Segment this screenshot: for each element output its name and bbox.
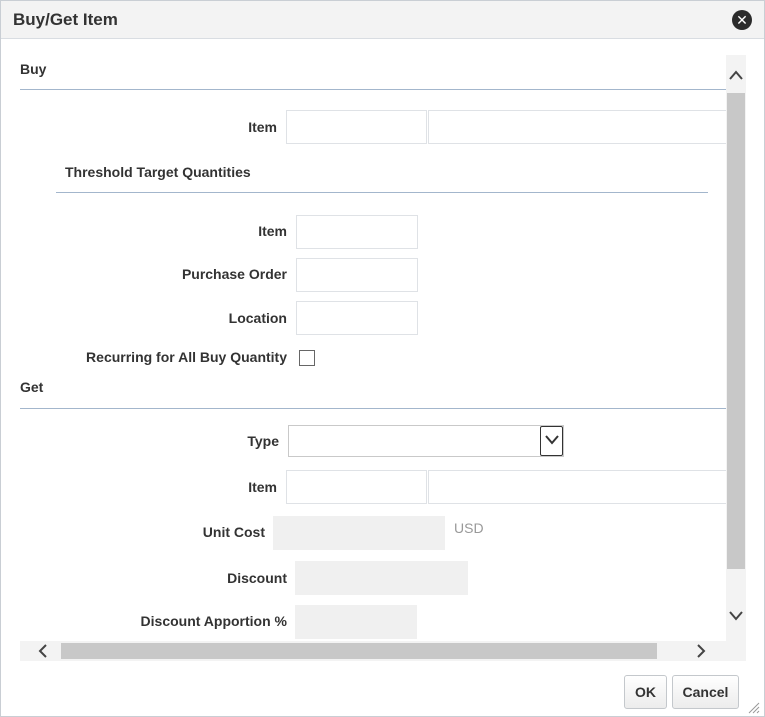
buy-item-label: Item: [248, 119, 277, 135]
close-icon[interactable]: ✕: [732, 10, 752, 30]
threshold-divider: [56, 192, 708, 193]
vertical-scroll-thumb[interactable]: [727, 93, 745, 569]
location-input[interactable]: [296, 301, 418, 335]
get-item-label: Item: [248, 479, 277, 495]
purchase-order-input[interactable]: [296, 258, 418, 292]
threshold-item-label: Item: [258, 223, 287, 239]
threshold-section-header: Threshold Target Quantities: [65, 164, 251, 180]
get-item-description-input[interactable]: [428, 470, 728, 504]
chevron-down-icon[interactable]: [726, 609, 746, 629]
buy-item-code-input[interactable]: [286, 110, 427, 144]
buy-section-header: Buy: [20, 61, 47, 77]
dialog-titlebar: Buy/Get Item ✕: [1, 1, 764, 39]
unit-cost-label: Unit Cost: [202, 524, 265, 540]
vertical-scrollbar[interactable]: [726, 55, 746, 641]
buy-item-description-input[interactable]: [428, 110, 728, 144]
discount-field: [295, 561, 468, 595]
buy-divider: [20, 89, 726, 90]
get-section-header: Get: [20, 379, 44, 395]
chevron-down-icon[interactable]: [540, 426, 563, 456]
cancel-button[interactable]: Cancel: [672, 675, 739, 709]
ok-button[interactable]: OK: [624, 675, 667, 709]
dialog-title: Buy/Get Item: [13, 10, 118, 29]
currency-label: USD: [454, 520, 484, 536]
horizontal-scroll-thumb[interactable]: [61, 643, 657, 659]
unit-cost-field: [273, 516, 445, 550]
chevron-left-icon[interactable]: [37, 641, 57, 661]
get-item-code-input[interactable]: [286, 470, 427, 504]
location-label: Location: [228, 310, 287, 326]
chevron-up-icon[interactable]: [726, 68, 746, 88]
recurring-label: Recurring for All Buy Quantity: [86, 349, 287, 365]
get-divider: [20, 408, 726, 409]
get-type-select[interactable]: [288, 425, 564, 457]
discount-apportion-label: Discount Apportion %: [140, 613, 287, 629]
horizontal-scrollbar[interactable]: [20, 641, 746, 661]
discount-apportion-field: [295, 605, 417, 639]
purchase-order-label: Purchase Order: [181, 266, 287, 282]
discount-label: Discount: [227, 570, 287, 586]
get-type-label: Type: [247, 433, 279, 449]
buy-get-item-dialog: Buy/Get Item ✕ Buy Item Threshold Target…: [0, 0, 765, 717]
dialog-content: Buy Item Threshold Target Quantities Ite…: [1, 41, 764, 661]
threshold-item-input[interactable]: [296, 215, 418, 249]
recurring-checkbox[interactable]: [299, 350, 315, 366]
resize-grip-icon[interactable]: [746, 700, 760, 714]
chevron-right-icon[interactable]: [695, 641, 715, 661]
dialog-footer: OK Cancel: [1, 662, 764, 716]
